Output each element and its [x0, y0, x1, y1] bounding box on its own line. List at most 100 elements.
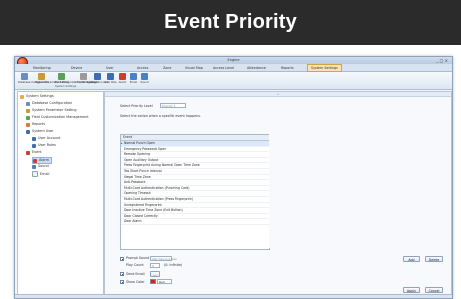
tab-system-settings[interactable]: System Settings	[307, 64, 342, 72]
tree-item-field-customization[interactable]: Field Customization Management	[26, 115, 89, 120]
tab-access-level[interactable]: Access Level	[213, 65, 234, 71]
play-count-label: Play Count	[126, 263, 144, 267]
ribbon: Database Configuration System Parameter …	[15, 72, 452, 90]
apply-button[interactable]: Apply	[403, 287, 420, 293]
tree-item-label: Sound	[38, 164, 49, 168]
status-bar	[15, 294, 452, 298]
app-window: Engine _ □ × Monitoring Device User Acce…	[14, 56, 453, 299]
sound-icon	[141, 73, 148, 80]
export-settings-button[interactable]: Export Settings	[77, 73, 97, 84]
tree-item-alarm[interactable]: Alarm	[32, 157, 52, 164]
user-account-label: User Account	[91, 81, 109, 84]
email-settings-button[interactable]: …	[150, 270, 160, 277]
cancel-button[interactable]: Cancel	[425, 287, 443, 293]
tree-item-label: Alarm	[39, 158, 49, 162]
priority-level-label: Select Priority Level	[120, 104, 153, 108]
banner-title: Event Priority	[0, 0, 461, 45]
event-grid: Event Normal Punch OpenEmergency Passwor…	[120, 134, 270, 250]
email-icon	[32, 171, 38, 177]
export-icon	[80, 73, 87, 80]
panel-collapse-bar[interactable]: «	[105, 92, 451, 97]
tree-item-label: Event	[32, 150, 42, 154]
show-color-checkbox[interactable]	[120, 280, 124, 284]
tab-user[interactable]: User	[106, 65, 114, 71]
tree-item-system-user[interactable]: System User	[26, 129, 53, 134]
settings-tree: System Settings Database Configuration S…	[17, 91, 104, 298]
grid-rows: Normal Punch OpenEmergency Password Open…	[121, 141, 269, 225]
user-account-button[interactable]: User Account	[91, 73, 109, 84]
tab-reports[interactable]: Reports	[281, 65, 294, 71]
play-count-input[interactable]: 0	[150, 262, 160, 268]
field-icon	[58, 73, 65, 80]
tree-item-label: Database Configuration	[32, 101, 73, 105]
export-settings-label: Export Settings	[77, 81, 97, 84]
user-icon	[94, 73, 101, 80]
tree-item-user-account[interactable]: User Account	[32, 136, 61, 141]
event-icon	[26, 150, 30, 155]
tree-item-label: User Account	[38, 136, 61, 140]
event-priority-panel: « Select Priority Level Priority 1 Selec…	[104, 91, 452, 298]
tab-visual-map[interactable]: Visual Map	[185, 65, 203, 71]
system-parameter-button[interactable]: System Parameter Setting	[35, 73, 70, 84]
ribbon-group-label: System Settings	[55, 84, 77, 88]
color-select[interactable]: Red	[157, 278, 172, 284]
database-icon	[26, 101, 30, 106]
alarm-icon	[119, 73, 126, 80]
report-icon	[26, 122, 30, 127]
users-icon	[26, 129, 30, 134]
send-email-checkbox[interactable]	[120, 272, 124, 276]
play-count-note: (0: Infinite)	[164, 263, 183, 267]
sound-button[interactable]: Sound	[138, 73, 151, 84]
tree-item-database-configuration[interactable]: Database Configuration	[26, 101, 72, 106]
event-action-settings: Prompt Sound alarmsound.wav Play Count 0…	[120, 250, 448, 294]
tab-monitoring[interactable]: Monitoring	[33, 65, 51, 71]
database-configuration-button[interactable]: Database Configuration	[18, 73, 49, 84]
send-email-label: Send Email	[126, 271, 145, 276]
gear-icon	[38, 73, 45, 80]
title-bar: Engine _ □ ×	[15, 57, 452, 68]
ribbon-tabs: Monitoring Device User Access Zone Visua…	[15, 64, 452, 72]
tree-item-email[interactable]: Email	[32, 171, 49, 177]
tab-device[interactable]: Device	[71, 65, 82, 71]
sound-label: Sound	[140, 81, 149, 84]
tree-item-system-settings[interactable]: System Settings	[20, 94, 54, 99]
gear-icon	[26, 108, 30, 113]
window-controls[interactable]: _ □ ×	[436, 57, 448, 64]
add-button[interactable]: Add	[403, 256, 420, 262]
database-icon	[21, 73, 28, 80]
field-customization-button[interactable]: Field Customization Management	[55, 73, 98, 84]
system-parameter-label: System Parameter Setting	[35, 81, 70, 84]
prompt-sound-select[interactable]: alarmsound.wav	[150, 255, 177, 261]
app-title: Engine	[227, 58, 240, 62]
tree-item-user-roles[interactable]: User Roles	[32, 143, 56, 148]
prompt-sound-label: Prompt Sound	[126, 256, 150, 260]
tree-item-sound[interactable]: Sound	[32, 164, 49, 169]
tree-item-label: System Settings	[26, 94, 54, 98]
tab-attendance[interactable]: Attendance	[247, 65, 266, 71]
tree-item-event[interactable]: Event	[26, 150, 42, 155]
tree-item-label: Field Customization Management	[32, 115, 89, 119]
show-color-label: Show Color	[126, 279, 145, 284]
folder-icon	[20, 94, 24, 99]
alarm-icon	[33, 158, 37, 163]
instruction-text: Select the action when a specific event …	[120, 114, 202, 118]
tab-access[interactable]: Access	[137, 65, 148, 71]
color-swatch[interactable]	[150, 278, 156, 284]
tree-item-label: Reports	[32, 122, 46, 126]
tree-item-system-parameter-setting[interactable]: System Parameter Setting	[26, 108, 77, 113]
event-row[interactable]: Door Alarm	[121, 219, 269, 225]
tree-item-label: System User	[32, 129, 54, 133]
tree-item-label: System Parameter Setting	[32, 108, 77, 112]
priority-level-select[interactable]: Priority 1	[160, 103, 186, 108]
tree-item-reports[interactable]: Reports	[26, 122, 45, 127]
tab-zone[interactable]: Zone	[163, 65, 171, 71]
prompt-sound-checkbox[interactable]	[120, 257, 124, 261]
tree-item-label: Email	[40, 171, 50, 176]
field-icon	[26, 115, 30, 120]
sound-icon	[32, 164, 36, 169]
email-icon	[130, 73, 137, 80]
role-icon	[32, 143, 36, 148]
delete-button[interactable]: Delete	[425, 256, 443, 262]
user-icon	[32, 136, 36, 141]
role-icon	[107, 73, 114, 80]
